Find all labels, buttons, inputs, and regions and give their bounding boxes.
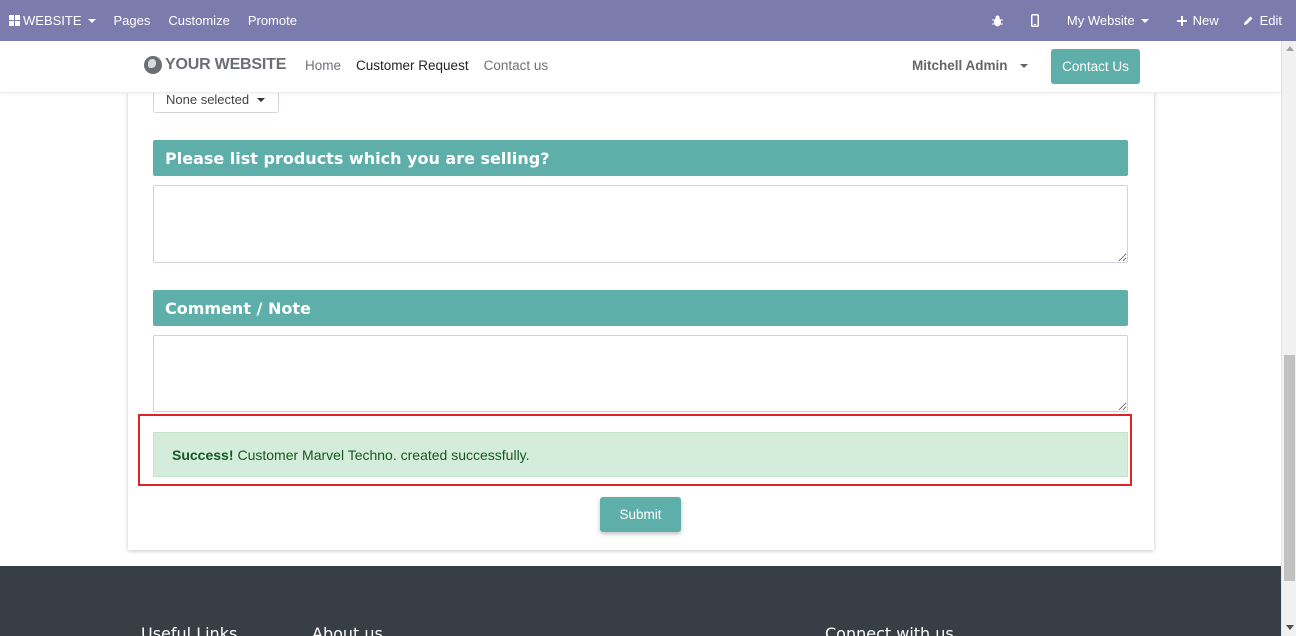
nav-link-home[interactable]: Home (305, 58, 341, 73)
my-website-label: My Website (1066, 13, 1135, 28)
promote-menu-label: Promote (247, 13, 297, 28)
chevron-down-icon (257, 97, 266, 102)
scroll-thumb[interactable] (1284, 355, 1295, 581)
comment-section-header: Comment / Note (153, 290, 1128, 326)
website-menu-label: WEBSITE (23, 13, 82, 28)
products-section-title: Please list products which you are selli… (165, 148, 550, 168)
contact-us-button[interactable]: Contact Us (1051, 49, 1140, 84)
chevron-down-icon (1020, 64, 1029, 69)
edit-label: Edit (1259, 13, 1282, 28)
scroll-down-icon[interactable] (1286, 625, 1294, 630)
promote-menu[interactable]: Promote (239, 0, 306, 41)
customize-menu[interactable]: Customize (159, 0, 238, 41)
nav-links: Home Customer Request Contact us (305, 58, 563, 73)
submit-button[interactable]: Submit (600, 497, 681, 532)
comment-textarea[interactable] (153, 335, 1128, 412)
bug-icon (991, 15, 1003, 26)
products-section-header: Please list products which you are selli… (153, 140, 1128, 176)
debug-button[interactable] (978, 0, 1017, 41)
globe-icon (144, 56, 162, 74)
success-strong: Success! (172, 446, 234, 463)
site-navbar: YOUR WEBSITE Home Customer Request Conta… (0, 41, 1281, 93)
apps-icon (9, 15, 20, 26)
success-alert: Success! Customer Marvel Techno. created… (153, 432, 1128, 477)
new-label: New (1192, 13, 1219, 28)
logo-text: YOUR WEBSITE (165, 56, 287, 73)
footer-useful-links-heading: Useful Links (141, 624, 238, 636)
pencil-icon (1243, 16, 1253, 25)
pages-menu-label: Pages (113, 13, 151, 28)
success-message: Customer Marvel Techno. created successf… (237, 446, 530, 463)
nav-link-customer-request[interactable]: Customer Request (356, 58, 469, 73)
admin-bar: WEBSITE Pages Customize Promote My Websi… (0, 0, 1296, 41)
footer-connect-heading: Connect with us (825, 624, 954, 636)
footer-about-us-heading: About us (312, 624, 383, 636)
customize-menu-label: Customize (168, 13, 230, 28)
website-menu[interactable]: WEBSITE (0, 0, 105, 41)
footer: Useful Links About us Connect with us (0, 566, 1281, 636)
chevron-down-icon (87, 18, 96, 23)
new-button[interactable]: New (1163, 0, 1233, 41)
mobile-preview-button[interactable] (1017, 0, 1053, 41)
site-logo[interactable]: YOUR WEBSITE (144, 56, 286, 74)
plus-icon (1176, 15, 1187, 26)
select-value: None selected (166, 92, 250, 107)
products-textarea[interactable] (153, 185, 1128, 263)
user-name: Mitchell Admin (912, 58, 1008, 73)
admin-bar-left: WEBSITE Pages Customize Promote (0, 0, 306, 41)
chevron-down-icon (1140, 18, 1149, 23)
edit-button[interactable]: Edit (1233, 0, 1292, 41)
pages-menu[interactable]: Pages (105, 0, 160, 41)
scroll-up-icon[interactable] (1286, 46, 1294, 51)
admin-bar-right: My Website New Edit (978, 0, 1296, 41)
mobile-icon (1030, 14, 1039, 27)
my-website-menu[interactable]: My Website (1053, 0, 1163, 41)
nav-link-contact-us[interactable]: Contact us (484, 58, 549, 73)
comment-section-title: Comment / Note (165, 298, 311, 318)
page-scrollbar[interactable] (1281, 41, 1296, 636)
user-menu[interactable]: Mitchell Admin (912, 58, 1029, 73)
